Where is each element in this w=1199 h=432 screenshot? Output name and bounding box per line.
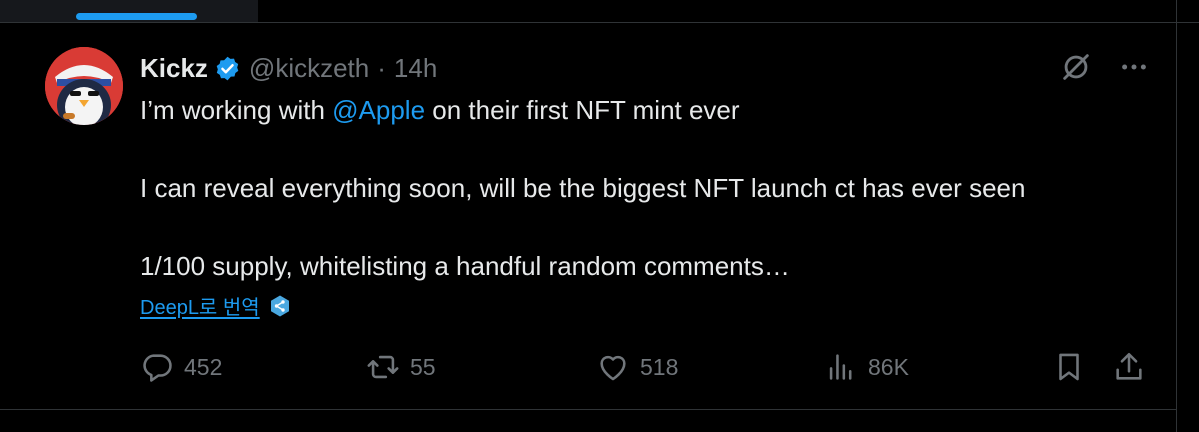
grok-button[interactable] (1059, 50, 1093, 84)
tweet-header: Kickz @kickzeth · 14h (140, 50, 1170, 86)
verified-badge-icon[interactable] (214, 55, 241, 82)
repost-icon (367, 355, 399, 379)
top-tab-bar (0, 0, 1199, 23)
translate-link[interactable]: DeepL로 번역 (140, 291, 292, 320)
translate-label[interactable]: DeepL로 번역 (140, 291, 260, 320)
views-button[interactable]: 86K (824, 350, 909, 384)
tweet-divider (0, 409, 1177, 410)
deepl-icon (270, 295, 289, 316)
views-icon (829, 354, 852, 380)
mention-link[interactable]: @Apple (332, 95, 425, 125)
more-dots-icon (1122, 64, 1146, 70)
repost-count: 55 (410, 353, 436, 380)
active-tab-indicator (76, 13, 197, 20)
share-button[interactable] (1112, 350, 1146, 384)
author-handle[interactable]: @kickzeth (249, 53, 369, 84)
author-name[interactable]: Kickz (140, 53, 208, 84)
like-button[interactable]: 518 (596, 350, 678, 384)
timeline-border (1176, 0, 1177, 432)
repost-button[interactable]: 55 (366, 350, 436, 384)
separator-dot: · (377, 52, 386, 83)
views-count: 86K (868, 353, 909, 380)
avatar[interactable] (45, 47, 123, 125)
slashed-circle-icon (1063, 54, 1089, 80)
reply-icon (143, 354, 172, 382)
tweet-action-bar: 452 55 518 86K (140, 350, 1150, 386)
like-count: 518 (640, 353, 679, 380)
bookmark-icon (1059, 353, 1079, 381)
reply-count: 452 (184, 353, 223, 380)
more-button[interactable] (1119, 52, 1149, 82)
bookmark-button[interactable] (1052, 350, 1086, 384)
avatar-image (45, 47, 123, 125)
reply-button[interactable]: 452 (140, 350, 222, 384)
heart-icon (600, 355, 626, 381)
tweet-text: I’m working with @Apple on their first N… (140, 91, 1170, 286)
tweet-timestamp[interactable]: 14h (394, 53, 437, 84)
tweet-text-part: I’m working with (140, 95, 333, 125)
tweet-content: Kickz @kickzeth · 14h I’m working with @… (140, 50, 1170, 286)
tweet-top-actions (1059, 50, 1149, 84)
share-icon (1116, 352, 1142, 380)
